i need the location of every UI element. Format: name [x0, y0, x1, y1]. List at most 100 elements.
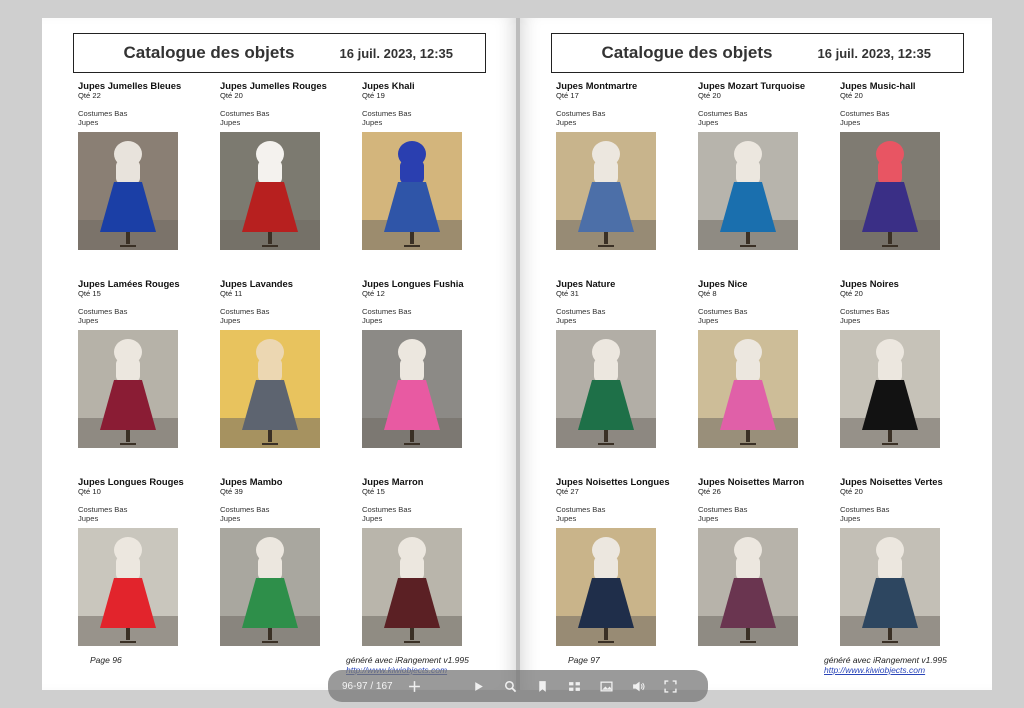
catalog-item: Jupes Montmartre Qté 17 Costumes Bas Jupes	[556, 80, 698, 278]
item-photo	[362, 330, 462, 448]
item-name: Jupes Mambo	[220, 476, 283, 487]
item-subcategory: Jupes	[698, 118, 719, 127]
item-name: Jupes Jumelles Rouges	[220, 80, 327, 91]
catalog-grid: Jupes Jumelles Bleues Qté 22 Costumes Bas J…	[78, 80, 508, 674]
catalog-item: Jupes Longues Rouges Qté 10 Costumes Bas Ju…	[78, 476, 220, 674]
item-photo	[220, 330, 320, 448]
item-subcategory: Jupes	[78, 514, 99, 523]
item-subcategory: Jupes	[840, 514, 861, 523]
item-quantity: Qté 39	[220, 487, 243, 496]
item-quantity: Qté 20	[220, 91, 243, 100]
item-category: Costumes Bas	[840, 307, 890, 316]
website-link[interactable]: http://www.kiwiobjects.com	[824, 665, 947, 675]
item-photo	[220, 132, 320, 250]
item-photo	[698, 528, 798, 646]
item-quantity: Qté 17	[556, 91, 579, 100]
item-category: Costumes Bas	[698, 307, 748, 316]
catalog-item: Jupes Noisettes Vertes Qté 20 Costumes Bas…	[840, 476, 982, 674]
item-quantity: Qté 15	[362, 487, 385, 496]
item-subcategory: Jupes	[698, 514, 719, 523]
item-subcategory: Jupes	[840, 316, 861, 325]
catalog-item: Jupes Nature Qté 31 Costumes Bas Jupes	[556, 278, 698, 476]
item-photo	[698, 132, 798, 250]
item-name: Jupes Lamées Rouges	[78, 278, 180, 289]
image-icon[interactable]	[590, 674, 622, 698]
item-quantity: Qté 20	[840, 91, 863, 100]
item-quantity: Qté 20	[698, 91, 721, 100]
catalog-item: Jupes Mambo Qté 39 Costumes Bas Jupes	[220, 476, 362, 674]
page-date: 16 juil. 2023, 12:35	[339, 45, 453, 61]
item-category: Costumes Bas	[78, 109, 128, 118]
item-photo	[78, 330, 178, 448]
item-quantity: Qté 8	[698, 289, 717, 298]
page-indicator: 96-97 / 167	[342, 680, 393, 692]
item-category: Costumes Bas	[840, 505, 890, 514]
item-subcategory: Jupes	[698, 316, 719, 325]
fullscreen-icon[interactable]	[654, 674, 686, 698]
item-category: Costumes Bas	[362, 109, 412, 118]
left-page: Catalogue des objets 16 juil. 2023, 12:3…	[42, 18, 516, 690]
item-subcategory: Jupes	[840, 118, 861, 127]
item-subcategory: Jupes	[362, 316, 383, 325]
item-subcategory: Jupes	[78, 118, 99, 127]
zoom-in-icon[interactable]	[398, 674, 430, 698]
item-subcategory: Jupes	[220, 514, 241, 523]
item-subcategory: Jupes	[78, 316, 99, 325]
item-quantity: Qté 22	[78, 91, 101, 100]
item-name: Jupes Lavandes	[220, 278, 293, 289]
generator-credit: généré avec iRangement v1.995 http://www…	[824, 655, 947, 675]
viewer-toolbar: 96-97 / 167	[328, 670, 708, 702]
catalog-item: Jupes Noisettes Longues Qté 27 Costumes Ba…	[556, 476, 698, 674]
item-photo	[362, 132, 462, 250]
item-photo	[362, 528, 462, 646]
item-photo	[556, 132, 656, 250]
catalog-item: Jupes Lavandes Qté 11 Costumes Bas Jupes	[220, 278, 362, 476]
item-photo	[78, 528, 178, 646]
item-category: Costumes Bas	[362, 505, 412, 514]
volume-icon[interactable]	[622, 674, 654, 698]
catalog-item: Jupes Khali Qté 19 Costumes Bas Jupes	[362, 80, 504, 278]
item-category: Costumes Bas	[698, 505, 748, 514]
item-name: Jupes Noisettes Longues	[556, 476, 670, 487]
search-icon[interactable]	[494, 674, 526, 698]
item-name: Jupes Mozart Turquoise	[698, 80, 806, 91]
item-name: Jupes Marron	[362, 476, 424, 487]
item-photo	[220, 528, 320, 646]
catalog-item: Jupes Marron Qté 15 Costumes Bas Jupes	[362, 476, 504, 674]
item-category: Costumes Bas	[78, 505, 128, 514]
page-number: Page 96	[90, 655, 122, 665]
item-name: Jupes Noisettes Marron	[698, 476, 805, 487]
catalog-item: Jupes Longues Fushia Qté 12 Costumes Bas Ju…	[362, 278, 504, 476]
item-name: Jupes Jumelles Bleues	[78, 80, 182, 91]
item-quantity: Qté 19	[362, 91, 385, 100]
item-name: Jupes Longues Rouges	[78, 476, 184, 487]
item-subcategory: Jupes	[556, 118, 577, 127]
page-date: 16 juil. 2023, 12:35	[817, 45, 931, 61]
play-icon[interactable]	[462, 674, 494, 698]
catalog-item: Jupes Nice Qté 8 Costumes Bas Jupes	[698, 278, 840, 476]
bookmark-icon[interactable]	[526, 674, 558, 698]
item-photo	[556, 330, 656, 448]
item-subcategory: Jupes	[556, 514, 577, 523]
right-page: Catalogue des objets 16 juil. 2023, 12:3…	[520, 18, 992, 690]
page-header: Catalogue des objets 16 juil. 2023, 12:3…	[551, 33, 964, 73]
item-quantity: Qté 10	[78, 487, 101, 496]
item-quantity: Qté 15	[78, 289, 101, 298]
item-quantity: Qté 26	[698, 487, 721, 496]
item-subcategory: Jupes	[220, 316, 241, 325]
page-title: Catalogue des objets	[601, 43, 773, 62]
item-category: Costumes Bas	[220, 307, 270, 316]
item-name: Jupes Noires	[840, 278, 899, 289]
item-category: Costumes Bas	[840, 109, 890, 118]
item-quantity: Qté 12	[362, 289, 385, 298]
generator-text: généré avec iRangement v1.995	[346, 655, 469, 665]
item-photo	[698, 330, 798, 448]
catalog-item: Jupes Mozart Turquoise Qté 20 Costumes Bas…	[698, 80, 840, 278]
thumbnails-icon[interactable]	[558, 674, 590, 698]
item-category: Costumes Bas	[556, 109, 606, 118]
catalog-item: Jupes Noisettes Marron Qté 26 Costumes Bas…	[698, 476, 840, 674]
item-category: Costumes Bas	[698, 109, 748, 118]
catalog-item: Jupes Music-hall Qté 20 Costumes Bas Jupes	[840, 80, 982, 278]
item-quantity: Qté 20	[840, 289, 863, 298]
